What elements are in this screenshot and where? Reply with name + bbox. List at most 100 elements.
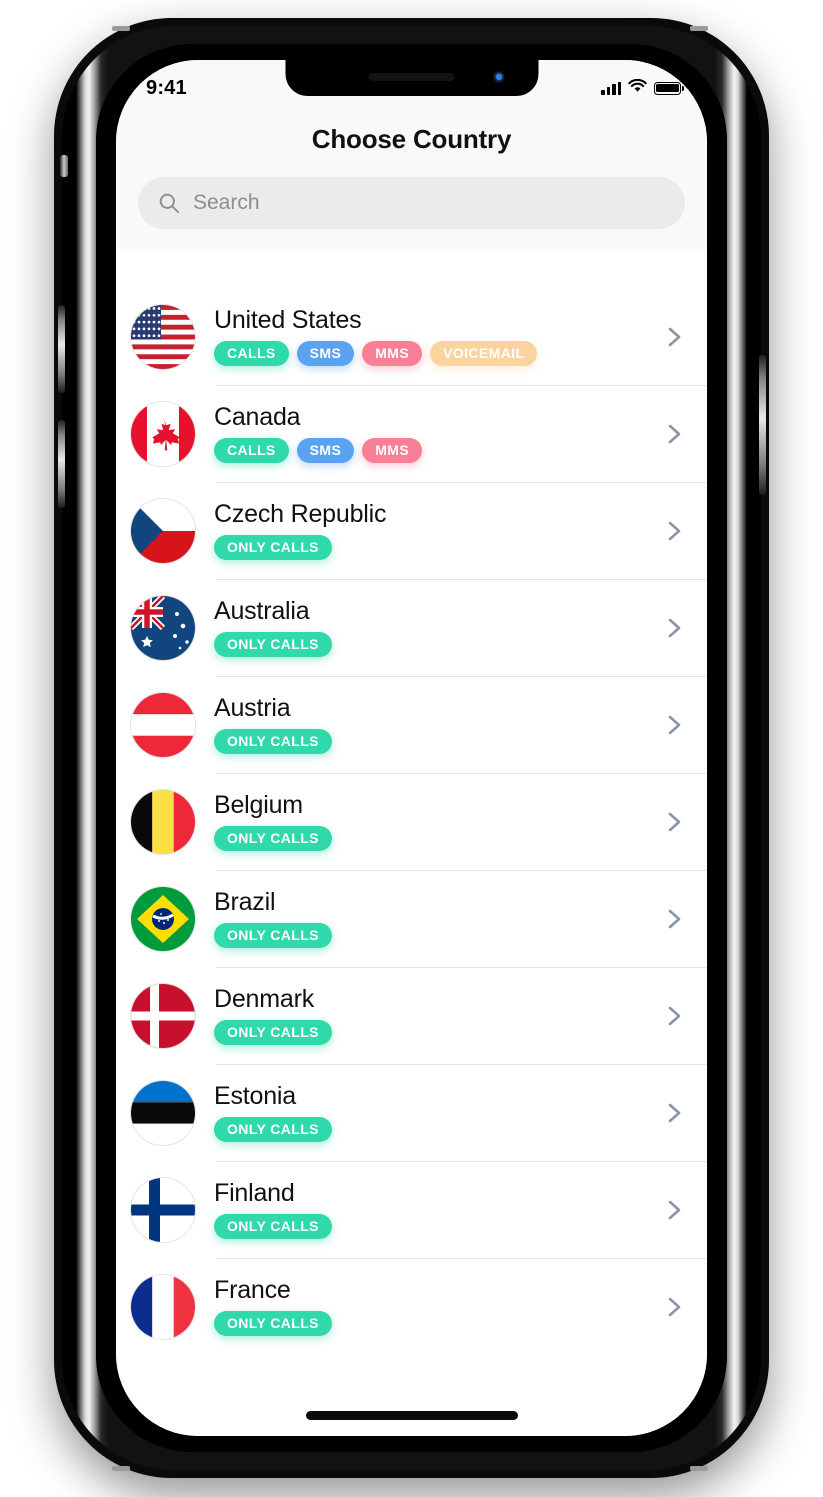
antenna-line-bottom-right — [690, 1466, 708, 1471]
badge-only-calls: ONLY CALLS — [214, 728, 332, 754]
wifi-icon — [628, 78, 647, 98]
notch — [285, 60, 538, 96]
country-row-body: United States CALLS SMS MMS VOICEMAIL — [214, 306, 653, 366]
badge-only-calls: ONLY CALLS — [214, 1019, 332, 1045]
badge-only-calls: ONLY CALLS — [214, 534, 332, 560]
flag-icon-be — [130, 788, 196, 855]
flag-icon-ca — [130, 400, 196, 467]
capability-badges: ONLY CALLS — [214, 631, 653, 657]
country-row[interactable]: Austria ONLY CALLS — [116, 676, 707, 773]
country-name: France — [214, 1276, 291, 1305]
flag-icon-us — [130, 303, 196, 370]
power-button[interactable] — [759, 355, 766, 495]
capability-badges: ONLY CALLS — [214, 728, 653, 754]
capability-badges: ONLY CALLS — [214, 825, 653, 851]
country-row[interactable]: Estonia ONLY CALLS — [116, 1064, 707, 1161]
country-name: Brazil — [214, 888, 276, 917]
badge-only-calls: ONLY CALLS — [214, 1116, 332, 1142]
badge-only-calls: ONLY CALLS — [214, 1310, 332, 1336]
flag-icon-ee — [130, 1079, 196, 1146]
country-row[interactable]: Czech Republic ONLY CALLS — [116, 482, 707, 579]
flag-icon-fi — [130, 1176, 196, 1243]
country-name: Czech Republic — [214, 500, 387, 529]
search-bar-container — [116, 155, 707, 249]
antenna-line-top-left — [112, 26, 130, 31]
capability-badges: ONLY CALLS — [214, 1310, 653, 1336]
country-name: Estonia — [214, 1082, 296, 1111]
flag-icon-cz — [130, 497, 196, 564]
chevron-right-icon — [661, 712, 687, 738]
country-row-body: Czech Republic ONLY CALLS — [214, 500, 653, 560]
volume-down-button[interactable] — [58, 420, 65, 508]
battery-full-icon — [654, 81, 684, 95]
chevron-right-icon — [661, 1294, 687, 1320]
badge-only-calls: ONLY CALLS — [214, 825, 332, 851]
country-row[interactable]: Canada CALLS SMS MMS — [116, 385, 707, 482]
phone-screen: 9:41 Choose Country Search United States… — [116, 60, 707, 1436]
country-name: Belgium — [214, 791, 303, 820]
search-input[interactable] — [191, 190, 665, 216]
chevron-right-icon — [661, 421, 687, 447]
country-name: Canada — [214, 403, 301, 432]
capability-badges: CALLS SMS MMS — [214, 437, 653, 463]
badge-only-calls: ONLY CALLS — [214, 1213, 332, 1239]
volume-up-button[interactable] — [58, 305, 65, 393]
country-row[interactable]: Brazil ONLY CALLS — [116, 870, 707, 967]
badge-sms: SMS — [296, 340, 355, 366]
country-row[interactable]: Finland ONLY CALLS — [116, 1161, 707, 1258]
country-list[interactable]: United States CALLS SMS MMS VOICEMAIL Canada… — [116, 288, 707, 1436]
capability-badges: ONLY CALLS — [214, 922, 653, 948]
page-title: Choose Country — [311, 124, 512, 154]
capability-badges: ONLY CALLS — [214, 1019, 653, 1045]
country-row-body: Finland ONLY CALLS — [214, 1179, 653, 1239]
country-name: Austria — [214, 694, 291, 723]
country-row[interactable]: Denmark ONLY CALLS — [116, 967, 707, 1064]
flag-icon-dk — [130, 982, 196, 1049]
country-row-body: Austria ONLY CALLS — [214, 694, 653, 754]
country-row-body: France ONLY CALLS — [214, 1276, 653, 1336]
capability-badges: ONLY CALLS — [214, 1213, 653, 1239]
country-row-body: Estonia ONLY CALLS — [214, 1082, 653, 1142]
country-row[interactable]: France ONLY CALLS — [116, 1258, 707, 1355]
flag-icon-at — [130, 691, 196, 758]
front-camera-icon — [491, 71, 504, 84]
antenna-line-top-right — [690, 26, 708, 31]
status-indicators — [601, 69, 684, 98]
status-time: 9:41 — [146, 76, 187, 99]
capability-badges: ONLY CALLS — [214, 534, 653, 560]
mute-switch[interactable] — [60, 155, 68, 177]
chevron-right-icon — [661, 1003, 687, 1029]
flag-icon-au — [130, 594, 196, 661]
antenna-line-bottom-left — [112, 1466, 130, 1471]
chevron-right-icon — [661, 809, 687, 835]
country-row[interactable]: Belgium ONLY CALLS — [116, 773, 707, 870]
badge-mms: MMS — [362, 340, 423, 366]
country-row[interactable]: Australia ONLY CALLS — [116, 579, 707, 676]
badge-sms: SMS — [296, 437, 355, 463]
badge-only-calls: ONLY CALLS — [214, 922, 332, 948]
country-row-body: Belgium ONLY CALLS — [214, 791, 653, 851]
country-row-body: Denmark ONLY CALLS — [214, 985, 653, 1045]
flag-icon-fr — [130, 1273, 196, 1340]
chevron-right-icon — [661, 1197, 687, 1223]
country-name: Australia — [214, 597, 310, 626]
capability-badges: CALLS SMS MMS VOICEMAIL — [214, 340, 653, 366]
chevron-right-icon — [661, 1100, 687, 1126]
earpiece-speaker-icon — [368, 73, 455, 81]
country-name: Denmark — [214, 985, 315, 1014]
search-field[interactable] — [138, 177, 685, 229]
chevron-right-icon — [661, 324, 687, 350]
flag-icon-br — [130, 885, 196, 952]
badge-only-calls: ONLY CALLS — [214, 631, 332, 657]
badge-mms: MMS — [362, 437, 423, 463]
chevron-right-icon — [661, 615, 687, 641]
chevron-right-icon — [661, 518, 687, 544]
country-row-body: Australia ONLY CALLS — [214, 597, 653, 657]
country-name: Finland — [214, 1179, 295, 1208]
badge-calls: CALLS — [214, 437, 289, 463]
country-row-body: Canada CALLS SMS MMS — [214, 403, 653, 463]
home-indicator — [305, 1411, 518, 1420]
country-name: United States — [214, 306, 362, 335]
country-row-body: Brazil ONLY CALLS — [214, 888, 653, 948]
country-row[interactable]: United States CALLS SMS MMS VOICEMAIL — [116, 288, 707, 385]
